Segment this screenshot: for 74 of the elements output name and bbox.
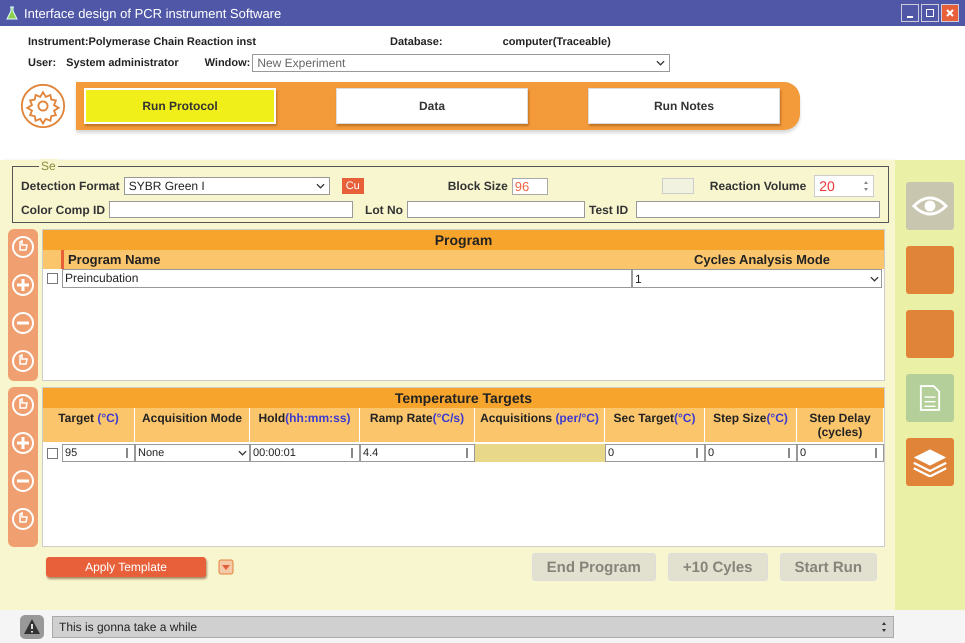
group-legend: Se [39,159,58,173]
caret-icon [238,450,247,456]
test-id-field[interactable] [636,201,880,218]
table-title: Temperature Targets [43,388,884,408]
layers-icon [912,447,948,477]
layers-button[interactable] [906,438,954,486]
reaction-volume-spinner[interactable]: 20 [814,175,874,197]
column-header: Sec Target(°C) [605,408,705,442]
mode-dropdown[interactable]: 1 [632,269,882,288]
sec-target-spinner[interactable]: 0 [605,444,705,462]
color-comp-field[interactable] [109,201,353,218]
minimize-icon [907,16,913,18]
ramp-rate-spinner[interactable]: 4.4 [360,444,475,462]
table-title: Program [43,230,884,250]
spinner-arrows-icon [863,180,870,192]
document-icon [919,384,941,412]
color-comp-label: Color Comp ID [21,202,105,216]
reaction-volume-label: Reaction Volume [710,179,806,193]
input-field[interactable] [662,178,694,194]
maximize-icon [925,8,935,18]
column-header: Hold(hh:mm:ss) [250,408,360,442]
remove-icon[interactable] [11,311,35,335]
remove-icon[interactable] [11,469,35,493]
hold-spinner[interactable]: 00:00:01 [250,444,360,462]
block-size-label: Block Size [448,179,508,193]
instrument-label: Instrument:Polymerase Chain Reaction inst [28,36,256,48]
lot-no-label: Lot No [365,202,403,216]
target-spinner[interactable]: 95 [62,444,135,462]
dropdown-icon[interactable] [218,559,234,575]
row-checkbox[interactable] [47,448,58,458]
add-icon[interactable] [11,431,35,455]
detection-format-label: Detection Format [21,179,120,193]
step-size-spinner[interactable]: 0 [705,444,797,462]
add-icon[interactable] [11,273,35,297]
column-header: Ramp Rate(°C/s) [360,408,475,442]
minimize-button[interactable] [901,4,919,22]
flask-icon [6,6,18,20]
column-header: Acquisition Mode [135,408,250,442]
maximize-button[interactable] [921,4,939,22]
status-message-field: This is gonna take a while [52,616,894,638]
database-value: computer(Traceable) [502,36,611,48]
window-title: Interface design of PCR instrument Software [24,6,282,20]
acquisition-mode-dropdown[interactable]: None [135,444,250,462]
user-value: System administrator [66,57,179,69]
close-icon [945,8,955,18]
eye-button[interactable] [906,182,954,230]
caret-icon [316,183,325,189]
close-button[interactable] [941,4,959,22]
warning-icon [20,614,44,638]
row-checkbox[interactable] [47,273,58,284]
caret-icon [656,60,666,66]
caret-icon [870,276,879,282]
nav-tab[interactable]: Data [336,88,528,124]
window-dropdown[interactable]: New Experiment [252,54,670,72]
lot-no-field[interactable] [407,201,585,218]
nav-tab[interactable]: Run Notes [588,88,780,124]
column-header: Acquisitions (per/°C) [475,408,605,442]
database-label: Database: [390,36,443,48]
program-name-cell[interactable]: Preincubation [62,269,632,288]
detection-format-dropdown[interactable]: SYBR Green I [124,177,330,195]
step-delay-spinner[interactable]: 0 [797,444,884,462]
column-header: Cycles Analysis Mode [692,251,832,269]
user-label: User: [28,57,56,69]
nav-tab[interactable]: Run Protocol [84,88,276,124]
column-header: Target (°C) [43,408,135,442]
column-header: Step Delay (cycles) [797,408,884,442]
eye-icon [912,195,948,217]
column-header: Program Name [61,250,642,269]
gear-icon[interactable] [20,83,66,129]
column-header: Step Size(°C) [705,408,797,442]
spinner-arrows-icon [881,620,887,632]
test-id-label: Test ID [589,202,628,216]
document-button[interactable] [906,374,954,422]
window-label: Window: [204,57,250,69]
